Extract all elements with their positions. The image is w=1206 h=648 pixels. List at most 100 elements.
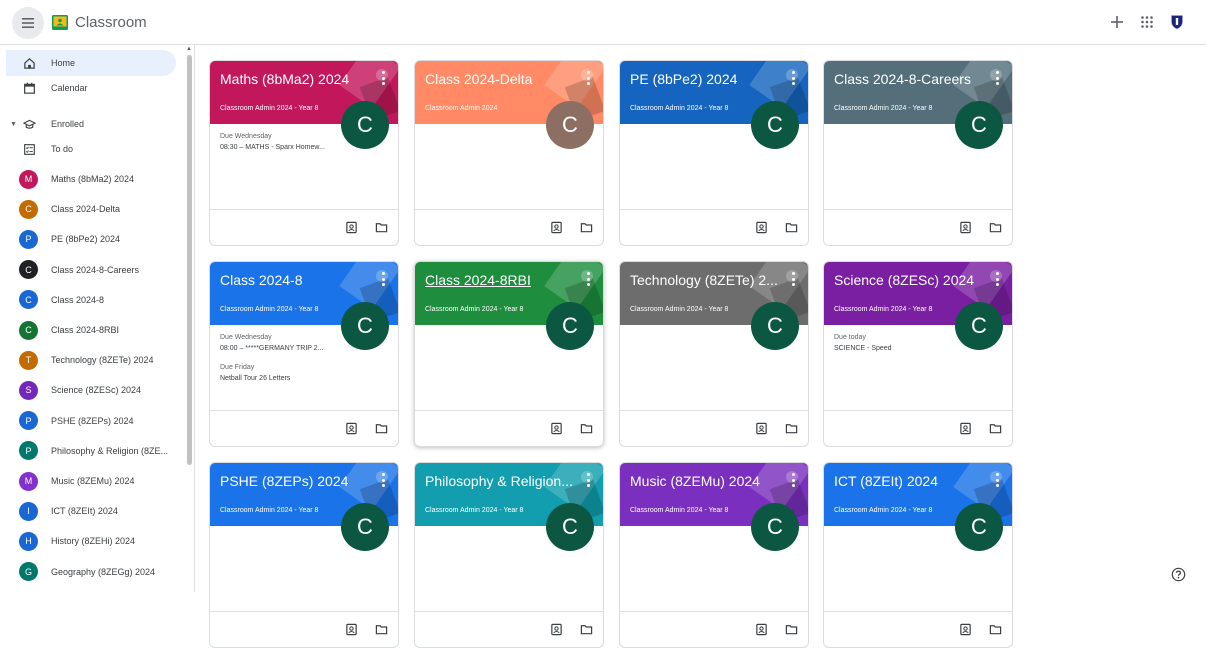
- due-assignment-link[interactable]: Netball Tour 26 Letters: [220, 375, 290, 382]
- class-card-title[interactable]: Science (8ZESc) 2024: [834, 272, 984, 288]
- class-card-owner[interactable]: Classroom Admin 2024 - Year 8: [630, 105, 728, 112]
- more-options-icon[interactable]: [583, 71, 593, 85]
- open-your-work-button[interactable]: [344, 421, 358, 435]
- class-card[interactable]: ICT (8ZEIt) 2024 Classroom Admin 2024 - Y…: [823, 462, 1013, 648]
- create-or-join-class-button[interactable]: [1109, 14, 1125, 30]
- sidebar-class-item[interactable]: S Science (8ZESc) 2024: [6, 377, 176, 403]
- open-your-work-button[interactable]: [549, 622, 563, 636]
- sidebar-class-item[interactable]: C Class 2024-Delta: [6, 196, 176, 222]
- classroom-logo-icon[interactable]: [52, 15, 68, 30]
- more-options-icon[interactable]: [992, 473, 1002, 487]
- open-class-drive-folder-button[interactable]: [784, 220, 798, 234]
- class-card-title[interactable]: Philosophy & Religion...: [425, 473, 575, 489]
- open-class-drive-folder-button[interactable]: [988, 421, 1002, 435]
- class-card[interactable]: Technology (8ZETe) 2... Classroom Admin 2…: [619, 261, 809, 447]
- sidebar-scrollbar-thumb[interactable]: [187, 55, 192, 465]
- open-class-drive-folder-button[interactable]: [374, 421, 388, 435]
- more-options-icon[interactable]: [788, 473, 798, 487]
- sidebar-class-item[interactable]: P PSHE (8ZEPs) 2024: [6, 408, 176, 434]
- sidebar-class-item[interactable]: C Class 2024-8RBI: [6, 317, 176, 343]
- open-class-drive-folder-button[interactable]: [988, 220, 1002, 234]
- sidebar-class-item[interactable]: M Maths (8bMa2) 2024: [6, 166, 176, 192]
- scroll-up-arrow-icon[interactable]: ▲: [186, 46, 192, 52]
- class-card[interactable]: Philosophy & Religion... Classroom Admin …: [414, 462, 604, 648]
- due-assignment-link[interactable]: SCIENCE - Speed: [834, 345, 892, 352]
- sidebar-class-item[interactable]: G Geography (8ZEGg) 2024: [6, 559, 176, 585]
- more-options-icon[interactable]: [788, 71, 798, 85]
- open-your-work-button[interactable]: [958, 220, 972, 234]
- account-button[interactable]: [1169, 14, 1185, 30]
- class-card[interactable]: PSHE (8ZEPs) 2024 Classroom Admin 2024 - …: [209, 462, 399, 648]
- sidebar-class-item[interactable]: H History (8ZEHi) 2024: [6, 528, 176, 554]
- class-card[interactable]: Music (8ZEMu) 2024 Classroom Admin 2024 -…: [619, 462, 809, 648]
- class-card[interactable]: PE (8bPe2) 2024 Classroom Admin 2024 - Ye…: [619, 60, 809, 246]
- class-card-title[interactable]: Class 2024-Delta: [425, 71, 575, 87]
- main-menu-button[interactable]: [12, 7, 44, 39]
- open-class-drive-folder-button[interactable]: [579, 220, 593, 234]
- class-card-title[interactable]: Music (8ZEMu) 2024: [630, 473, 780, 489]
- open-your-work-button[interactable]: [754, 421, 768, 435]
- class-card-owner[interactable]: Classroom Admin 2024 - Year 8: [834, 507, 932, 514]
- class-card[interactable]: Class 2024-8RBI Classroom Admin 2024 - Ye…: [414, 261, 604, 447]
- class-card-owner[interactable]: Classroom Admin 2024 - Year 8: [220, 105, 318, 112]
- open-class-drive-folder-button[interactable]: [374, 622, 388, 636]
- open-your-work-button[interactable]: [958, 421, 972, 435]
- class-card-owner[interactable]: Classroom Admin 2024 - Year 8: [425, 507, 523, 514]
- class-card-title[interactable]: PE (8bPe2) 2024: [630, 71, 780, 87]
- class-card-owner[interactable]: Classroom Admin 2024 - Year 8: [630, 507, 728, 514]
- open-class-drive-folder-button[interactable]: [579, 421, 593, 435]
- more-options-icon[interactable]: [992, 71, 1002, 85]
- more-options-icon[interactable]: [378, 272, 388, 286]
- open-your-work-button[interactable]: [549, 421, 563, 435]
- sidebar-item-calendar[interactable]: Calendar: [6, 75, 176, 101]
- class-card[interactable]: Class 2024-8 Classroom Admin 2024 - Year …: [209, 261, 399, 447]
- more-options-icon[interactable]: [378, 71, 388, 85]
- class-card[interactable]: Maths (8bMa2) 2024 Classroom Admin 2024 -…: [209, 60, 399, 246]
- more-options-icon[interactable]: [992, 272, 1002, 286]
- class-card[interactable]: Science (8ZESc) 2024 Classroom Admin 2024…: [823, 261, 1013, 447]
- open-your-work-button[interactable]: [344, 622, 358, 636]
- class-card-owner[interactable]: Classroom Admin 2024 - Year 8: [220, 306, 318, 313]
- open-your-work-button[interactable]: [754, 220, 768, 234]
- class-card-title[interactable]: Class 2024-8-Careers: [834, 71, 984, 87]
- sidebar-class-item[interactable]: C Class 2024-8: [6, 287, 176, 313]
- class-card-title[interactable]: Technology (8ZETe) 2...: [630, 272, 780, 288]
- sidebar-item-home[interactable]: Home: [6, 50, 176, 76]
- open-class-drive-folder-button[interactable]: [374, 220, 388, 234]
- more-options-icon[interactable]: [583, 473, 593, 487]
- class-card-title[interactable]: PSHE (8ZEPs) 2024: [220, 473, 370, 489]
- google-apps-button[interactable]: [1139, 14, 1155, 30]
- open-your-work-button[interactable]: [344, 220, 358, 234]
- open-class-drive-folder-button[interactable]: [988, 622, 1002, 636]
- sidebar-class-item[interactable]: T Technology (8ZETe) 2024: [6, 347, 176, 373]
- sidebar-item-todo[interactable]: To do: [6, 136, 176, 162]
- class-card-owner[interactable]: Classroom Admin 2024 - Year 8: [220, 507, 318, 514]
- open-your-work-button[interactable]: [549, 220, 563, 234]
- due-assignment-link[interactable]: 08:00 – *****GERMANY TRIP 2...: [220, 345, 324, 352]
- class-card-owner[interactable]: Classroom Admin 2024 - Year 8: [834, 105, 932, 112]
- sidebar-class-item[interactable]: P Philosophy & Religion (8ZE...: [6, 438, 176, 464]
- class-card-owner[interactable]: Classroom Admin 2024: [425, 105, 497, 112]
- more-options-icon[interactable]: [788, 272, 798, 286]
- class-card-owner[interactable]: Classroom Admin 2024 - Year 8: [834, 306, 932, 313]
- class-card-title[interactable]: Class 2024-8: [220, 272, 370, 288]
- more-options-icon[interactable]: [378, 473, 388, 487]
- open-your-work-button[interactable]: [958, 622, 972, 636]
- class-card-owner[interactable]: Classroom Admin 2024 - Year 8: [425, 306, 523, 313]
- open-your-work-button[interactable]: [754, 622, 768, 636]
- class-card[interactable]: Class 2024-Delta Classroom Admin 2024 C: [414, 60, 604, 246]
- class-card-title[interactable]: Maths (8bMa2) 2024: [220, 71, 370, 87]
- sidebar-class-item[interactable]: I ICT (8ZEIt) 2024: [6, 498, 176, 524]
- sidebar-class-item[interactable]: C Class 2024-8-Careers: [6, 257, 176, 283]
- open-class-drive-folder-button[interactable]: [784, 622, 798, 636]
- open-class-drive-folder-button[interactable]: [579, 622, 593, 636]
- due-assignment-link[interactable]: 08:30 – MATHS - Sparx Homew...: [220, 144, 325, 151]
- class-card-title[interactable]: Class 2024-8RBI: [425, 272, 575, 288]
- sidebar-class-item[interactable]: M Music (8ZEMu) 2024: [6, 468, 176, 494]
- help-button[interactable]: [1170, 566, 1186, 582]
- class-card-title[interactable]: ICT (8ZEIt) 2024: [834, 473, 984, 489]
- sidebar-item-enrolled[interactable]: ▼ Enrolled: [6, 111, 176, 137]
- class-card-owner[interactable]: Classroom Admin 2024 - Year 8: [630, 306, 728, 313]
- sidebar-class-item[interactable]: P PE (8bPe2) 2024: [6, 226, 176, 252]
- open-class-drive-folder-button[interactable]: [784, 421, 798, 435]
